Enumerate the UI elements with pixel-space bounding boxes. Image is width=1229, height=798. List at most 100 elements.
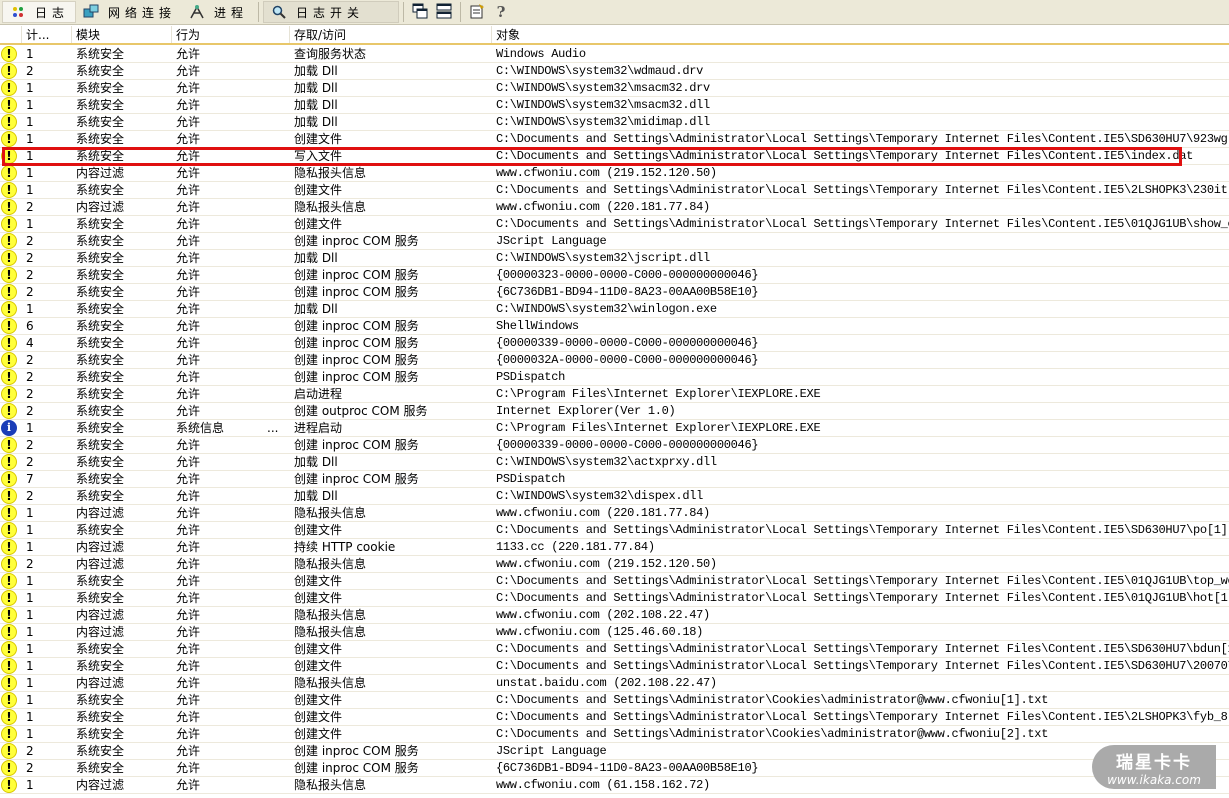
table-row[interactable]: ! 1 系统安全 允许 加载 Dll C:\WINDOWS\system32\midima…	[0, 114, 1229, 131]
column-header-module[interactable]: 模块	[72, 26, 172, 43]
help-button[interactable]: ?	[490, 1, 512, 23]
cell-access: 加载 Dll	[294, 81, 338, 95]
cell-module: 系统安全	[76, 727, 125, 741]
table-row[interactable]: ! 1 系统安全 允许 创建文件 C:\Documents and Settings\Ad…	[0, 182, 1229, 199]
cell-module: 系统安全	[76, 268, 125, 282]
table-row[interactable]: ! 1 系统安全 允许 创建文件 C:\Documents and Settings\Ad…	[0, 522, 1229, 539]
table-row[interactable]: ! 4 系统安全 允许 创建 inproc COM 服务 {00000339-0000-0…	[0, 335, 1229, 352]
cell-access: 加载 Dll	[294, 115, 338, 129]
table-row[interactable]: ! 1 系统安全 允许 写入文件 C:\Documents and Settings\Ad…	[0, 148, 1229, 165]
row-icon-cell: i	[0, 420, 22, 436]
toolbar-separator	[460, 2, 462, 22]
cell-action: 允许	[176, 659, 201, 673]
cell-count: 1	[26, 591, 34, 605]
cell-module: 系统安全	[76, 438, 125, 452]
table-row[interactable]: i 1 系统安全 系统信息... 进程启动 C:\Program Files\Intern…	[0, 420, 1229, 437]
table-row[interactable]: ! 2 系统安全 允许 加载 Dll C:\WINDOWS\system32\wdmaud…	[0, 63, 1229, 80]
cell-access: 创建 inproc COM 服务	[294, 744, 419, 758]
row-icon-cell: !	[0, 352, 22, 368]
table-row[interactable]: ! 7 系统安全 允许 创建 inproc COM 服务 PSDispatch	[0, 471, 1229, 488]
row-icon-cell: !	[0, 301, 22, 317]
cell-count: 1	[26, 642, 34, 656]
cell-count: 2	[26, 557, 34, 571]
cell-count: 1	[26, 183, 34, 197]
cell-module: 系统安全	[76, 455, 125, 469]
table-row[interactable]: ! 2 系统安全 允许 启动进程 C:\Program Files\Internet Ex…	[0, 386, 1229, 403]
tile-view-button[interactable]	[433, 1, 455, 23]
table-row[interactable]: ! 2 系统安全 允许 创建 inproc COM 服务 {00000339-0000-0…	[0, 437, 1229, 454]
table-row[interactable]: ! 1 系统安全 允许 创建文件 C:\Documents and Settings\Ad…	[0, 590, 1229, 607]
table-row[interactable]: ! 1 系统安全 允许 创建文件 C:\Documents and Settings\Ad…	[0, 641, 1229, 658]
cell-action: 允许	[176, 81, 201, 95]
table-row[interactable]: ! 1 系统安全 允许 加载 Dll C:\WINDOWS\system32\winlog…	[0, 301, 1229, 318]
table-row[interactable]: ! 2 系统安全 允许 创建 inproc COM 服务 {6C736DB1-BD94-1…	[0, 760, 1229, 777]
table-row[interactable]: ! 1 系统安全 允许 创建文件 C:\Documents and Settings\Ad…	[0, 573, 1229, 590]
table-row[interactable]: ! 1 系统安全 允许 创建文件 C:\Documents and Settings\Ad…	[0, 658, 1229, 675]
cell-module: 系统安全	[76, 693, 125, 707]
table-row[interactable]: ! 6 系统安全 允许 创建 inproc COM 服务 ShellWindows	[0, 318, 1229, 335]
network-tab[interactable]: 网络连接	[76, 1, 182, 23]
table-row[interactable]: ! 1 系统安全 允许 创建文件 C:\Documents and Settings\Ad…	[0, 726, 1229, 743]
table-row[interactable]: ! 1 内容过滤 允许 隐私报头信息 www.cfwoniu.com (219.152.1…	[0, 165, 1229, 182]
table-row[interactable]: ! 2 系统安全 允许 加载 Dll C:\WINDOWS\system32\actxpr…	[0, 454, 1229, 471]
cell-access: 创建 inproc COM 服务	[294, 761, 419, 775]
table-row[interactable]: ! 1 系统安全 允许 加载 Dll C:\WINDOWS\system32\msacm3…	[0, 80, 1229, 97]
table-row[interactable]: ! 1 系统安全 允许 创建文件 C:\Documents and Settings\Ad…	[0, 131, 1229, 148]
cell-module: 系统安全	[76, 217, 125, 231]
cell-action: 允许	[176, 642, 201, 656]
cell-object: C:\WINDOWS\system32\dispex.dll	[496, 489, 704, 503]
row-icon-cell: !	[0, 488, 22, 504]
table-row[interactable]: ! 1 系统安全 允许 加载 Dll C:\WINDOWS\system32\msacm3…	[0, 97, 1229, 114]
cell-module: 系统安全	[76, 523, 125, 537]
settings-button[interactable]	[466, 1, 488, 23]
table-row[interactable]: ! 1 内容过滤 允许 隐私报头信息 www.cfwoniu.com (61.158.16…	[0, 777, 1229, 794]
cell-count: 4	[26, 336, 34, 350]
cell-object: Internet Explorer(Ver 1.0)	[496, 404, 676, 418]
cell-module: 系统安全	[76, 98, 125, 112]
cell-object: JScript Language	[496, 234, 607, 248]
table-row[interactable]: ! 2 内容过滤 允许 隐私报头信息 www.cfwoniu.com (220.181.7…	[0, 199, 1229, 216]
warning-icon: !	[1, 658, 17, 674]
row-icon-cell: !	[0, 607, 22, 623]
column-header-object[interactable]: 对象	[492, 26, 1229, 43]
cell-module: 系统安全	[76, 319, 125, 333]
row-icon-cell: !	[0, 284, 22, 300]
cell-count: 2	[26, 251, 34, 265]
table-row[interactable]: ! 1 系统安全 允许 创建文件 C:\Documents and Settings\Ad…	[0, 709, 1229, 726]
log-tab[interactable]: 日志	[2, 1, 77, 23]
table-row[interactable]: ! 1 内容过滤 允许 隐私报头信息 www.cfwoniu.com (125.46.60…	[0, 624, 1229, 641]
magnifier-icon	[270, 4, 288, 20]
column-header-action[interactable]: 行为	[172, 26, 290, 43]
table-row[interactable]: ! 2 内容过滤 允许 隐私报头信息 www.cfwoniu.com (219.152.1…	[0, 556, 1229, 573]
table-row[interactable]: ! 1 内容过滤 允许 持续 HTTP cookie 1133.cc (220.181.7…	[0, 539, 1229, 556]
table-row[interactable]: ! 1 系统安全 允许 创建文件 C:\Documents and Settings\Ad…	[0, 216, 1229, 233]
column-header-count[interactable]: 计...	[22, 26, 72, 43]
cell-action: 允许	[176, 217, 201, 231]
cell-count: 1	[26, 659, 34, 673]
table-row[interactable]: ! 1 系统安全 允许 查询服务状态 Windows Audio	[0, 46, 1229, 63]
table-row[interactable]: ! 1 内容过滤 允许 隐私报头信息 unstat.baidu.com (202.108.…	[0, 675, 1229, 692]
warning-icon: !	[1, 80, 17, 96]
info-icon: i	[1, 420, 17, 436]
table-row[interactable]: ! 2 系统安全 允许 加载 Dll C:\WINDOWS\system32\jscrip…	[0, 250, 1229, 267]
table-row[interactable]: ! 2 系统安全 允许 创建 inproc COM 服务 {6C736DB1-BD94-1…	[0, 284, 1229, 301]
column-header-type[interactable]	[0, 26, 22, 43]
log-switch-button[interactable]: 日志开关	[263, 1, 400, 23]
column-header-access[interactable]: 存取/访问	[290, 26, 492, 43]
cell-action: 允许	[176, 455, 201, 469]
table-row[interactable]: ! 1 内容过滤 允许 隐私报头信息 www.cfwoniu.com (202.108.2…	[0, 607, 1229, 624]
properties-icon	[469, 3, 485, 22]
cascade-view-button[interactable]	[409, 1, 431, 23]
table-row[interactable]: ! 2 系统安全 允许 创建 inproc COM 服务 {00000323-0000-0…	[0, 267, 1229, 284]
table-row[interactable]: ! 2 系统安全 允许 创建 outproc COM 服务 Internet Explor…	[0, 403, 1229, 420]
cell-module: 系统安全	[76, 370, 125, 384]
table-row[interactable]: ! 2 系统安全 允许 创建 inproc COM 服务 JScript Language	[0, 233, 1229, 250]
process-tab[interactable]: 进程	[182, 1, 254, 23]
cell-object: C:\Documents and Settings\Administrator\…	[496, 132, 1229, 146]
table-row[interactable]: ! 2 系统安全 允许 创建 inproc COM 服务 {0000032A-0000-0…	[0, 352, 1229, 369]
table-row[interactable]: ! 2 系统安全 允许 创建 inproc COM 服务 JScript Language	[0, 743, 1229, 760]
table-row[interactable]: ! 2 系统安全 允许 加载 Dll C:\WINDOWS\system32\dispex…	[0, 488, 1229, 505]
table-row[interactable]: ! 1 系统安全 允许 创建文件 C:\Documents and Settings\Ad…	[0, 692, 1229, 709]
table-row[interactable]: ! 2 系统安全 允许 创建 inproc COM 服务 PSDispatch	[0, 369, 1229, 386]
table-row[interactable]: ! 1 内容过滤 允许 隐私报头信息 www.cfwoniu.com (220.181.7…	[0, 505, 1229, 522]
